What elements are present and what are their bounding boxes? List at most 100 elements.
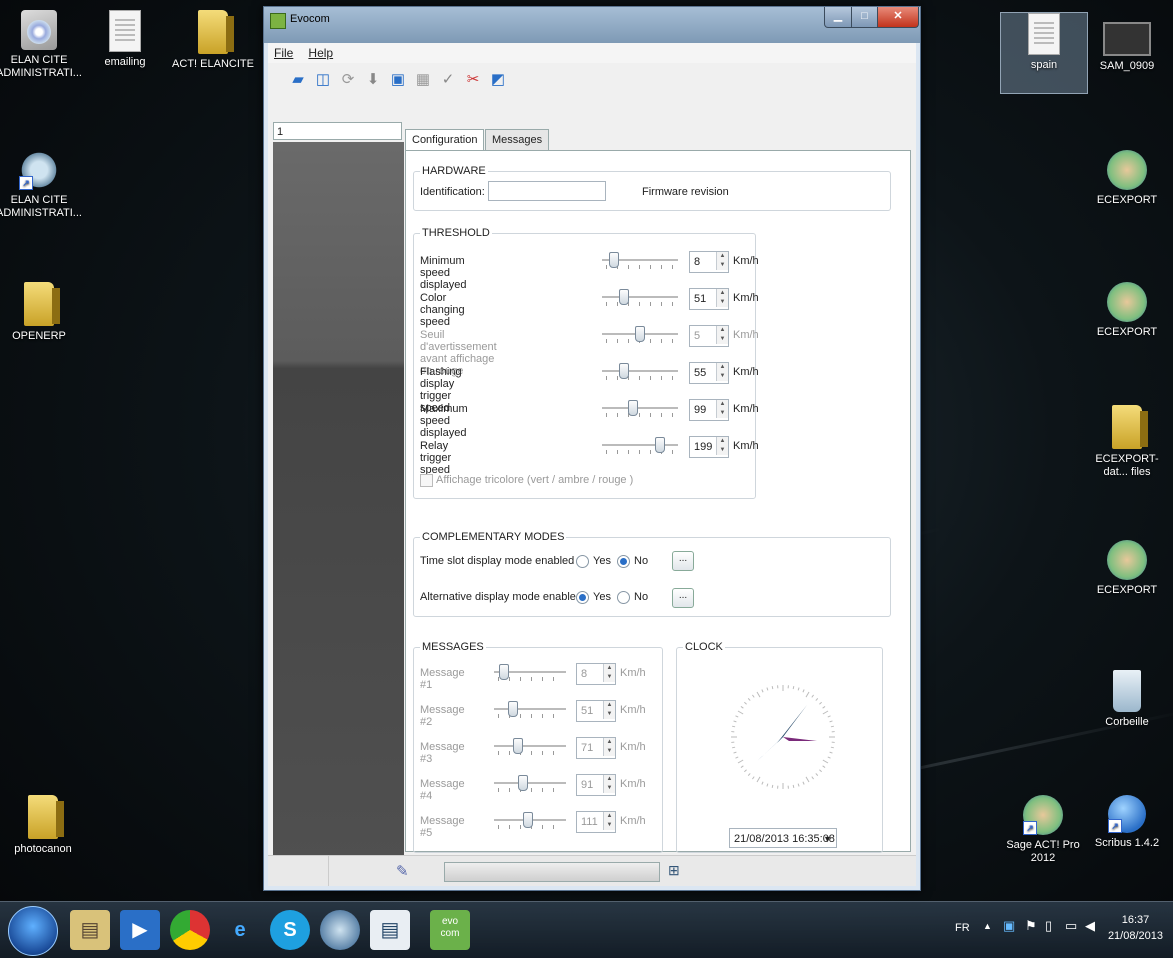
volume-icon[interactable]: ◀ [1085,918,1095,934]
skype-icon[interactable]: S [270,910,310,950]
desktop-icon-scribus[interactable]: ↗ Scribus 1.4.2 [1084,795,1170,850]
threshold-spinbox[interactable]: 5 ▲ ▼ [689,325,729,347]
document-icon[interactable]: ▤ [370,910,410,950]
spin-arrows-icon[interactable]: ▲ ▼ [716,326,728,344]
desktop-icon-ecexport-files[interactable]: ECEXPORT-dat... files [1084,405,1170,479]
network-tray-icon[interactable]: ▭ [1065,918,1077,934]
slider-thumb[interactable] [628,400,638,416]
alternative-yes-radio[interactable] [576,591,589,604]
spin-arrows-icon[interactable]: ▲ ▼ [603,701,615,719]
desktop-icon-corbeille[interactable]: Corbeille [1084,670,1170,729]
explorer-icon[interactable]: ▤ [70,910,110,950]
message-slider[interactable] [494,700,566,722]
threshold-spinbox[interactable]: 8 ▲ ▼ [689,251,729,273]
slider-thumb[interactable] [499,664,509,680]
message-spinbox[interactable]: 71 ▲ ▼ [576,737,616,759]
desktop-icon-sam-0909[interactable]: SAM_0909 [1084,12,1170,73]
save-icon[interactable]: ▣ [388,70,408,90]
settings-icon[interactable]: ◩ [488,70,508,90]
start-button[interactable] [8,906,58,956]
message-spinbox[interactable]: 91 ▲ ▼ [576,774,616,796]
flag-icon[interactable]: ⚑ [1025,918,1037,934]
device-tray-icon[interactable]: ▯ [1045,918,1052,934]
time-slot-yes-radio[interactable] [576,555,589,568]
desktop-icon-spain[interactable]: spain [1000,12,1088,94]
tricolor-checkbox[interactable] [420,474,433,487]
slider-thumb[interactable] [518,775,528,791]
spin-arrows-icon[interactable]: ▲ ▼ [716,363,728,381]
slider-thumb[interactable] [609,252,619,268]
tray-app-icon[interactable]: ▣ [1003,918,1015,934]
tray-expand-icon[interactable]: ▲ [983,921,992,931]
time-slot-no-radio[interactable] [617,555,630,568]
tab-messages[interactable]: Messages [485,129,550,152]
message-spinbox[interactable]: 8 ▲ ▼ [576,663,616,685]
slider-thumb[interactable] [523,812,533,828]
desktop-icon-ecexport-1[interactable]: ECEXPORT [1084,150,1170,207]
internet-explorer-icon[interactable]: e [220,910,260,950]
threshold-spinbox[interactable]: 99 ▲ ▼ [689,399,729,421]
taskbar-clock[interactable]: 16:37 21/08/2013 [1108,912,1163,944]
datetime-picker[interactable]: 21/08/2013 16:35:08 ▼ [729,828,837,848]
threshold-spinbox[interactable]: 55 ▲ ▼ [689,362,729,384]
identification-input[interactable] [488,181,606,201]
threshold-slider[interactable] [602,399,678,421]
title-bar[interactable]: Evocom ▁ □ ✕ [264,7,920,43]
alternative-more-button[interactable]: ... [672,588,694,608]
spin-arrows-icon[interactable]: ▲ ▼ [603,738,615,756]
desktop-icon-emailing[interactable]: emailing [82,10,168,69]
desktop-icon-openerp[interactable]: OPENERP [0,282,82,343]
alternative-no-radio[interactable] [617,591,630,604]
desktop-icon-elan-cite-2[interactable]: ↗ ELAN CITE ADMINISTRATI... [0,150,82,220]
threshold-slider[interactable] [602,436,678,458]
check-icon[interactable]: ✓ [438,70,458,90]
network-icon[interactable] [320,910,360,950]
spin-arrows-icon[interactable]: ▲ ▼ [603,775,615,793]
slider-thumb[interactable] [635,326,645,342]
threshold-spinbox[interactable]: 199 ▲ ▼ [689,436,729,458]
message-slider[interactable] [494,737,566,759]
desktop-icon-ecexport-3[interactable]: ECEXPORT [1084,540,1170,597]
tools-icon[interactable]: ✂ [463,70,483,90]
media-player-icon[interactable]: ▶ [120,910,160,950]
evocom-icon[interactable]: evo com [430,910,470,950]
desktop-icon-elan-cite-1[interactable]: ELAN CITE ADMINISTRATI... [0,10,82,80]
close-button[interactable]: ✕ [877,7,919,28]
open-folder-icon[interactable]: ▰ [288,70,308,90]
desktop-icon-sage-act[interactable]: ↗ Sage ACT! Pro 2012 [1000,795,1086,865]
device-icon[interactable]: ▦ [413,70,433,90]
threshold-slider[interactable] [602,325,678,347]
slider-thumb[interactable] [513,738,523,754]
threshold-spinbox[interactable]: 51 ▲ ▼ [689,288,729,310]
search-icon[interactable]: ◫ [313,70,333,90]
spin-arrows-icon[interactable]: ▲ ▼ [603,812,615,830]
spin-arrows-icon[interactable]: ▲ ▼ [716,252,728,270]
slider-thumb[interactable] [619,363,629,379]
desktop-icon-ecexport-2[interactable]: ECEXPORT [1084,282,1170,339]
spin-arrows-icon[interactable]: ▲ ▼ [716,437,728,455]
menu-file[interactable]: File [268,43,299,60]
slider-thumb[interactable] [508,701,518,717]
message-slider[interactable] [494,811,566,833]
desktop-icon-photocanon[interactable]: photocanon [0,795,86,856]
minimize-button[interactable]: ▁ [824,7,852,28]
threshold-slider[interactable] [602,251,678,273]
threshold-slider[interactable] [602,362,678,384]
time-slot-more-button[interactable]: ... [672,551,694,571]
spin-arrows-icon[interactable]: ▲ ▼ [716,400,728,418]
desktop-icon-act-elancite[interactable]: ACT! ELANCITE [170,10,256,71]
slider-thumb[interactable] [655,437,665,453]
maximize-button[interactable]: □ [851,7,878,28]
download-icon[interactable]: ⬇ [363,70,383,90]
message-slider[interactable] [494,774,566,796]
chrome-icon[interactable] [170,910,210,950]
refresh-icon[interactable]: ⟳ [338,70,358,90]
spin-arrows-icon[interactable]: ▲ ▼ [716,289,728,307]
device-list-header[interactable]: 1 [273,122,402,140]
device-list[interactable] [273,142,404,872]
spin-arrows-icon[interactable]: ▲ ▼ [603,664,615,682]
message-spinbox[interactable]: 51 ▲ ▼ [576,700,616,722]
message-slider[interactable] [494,663,566,685]
menu-help[interactable]: Help [302,43,339,60]
language-indicator[interactable]: FR [955,922,970,934]
